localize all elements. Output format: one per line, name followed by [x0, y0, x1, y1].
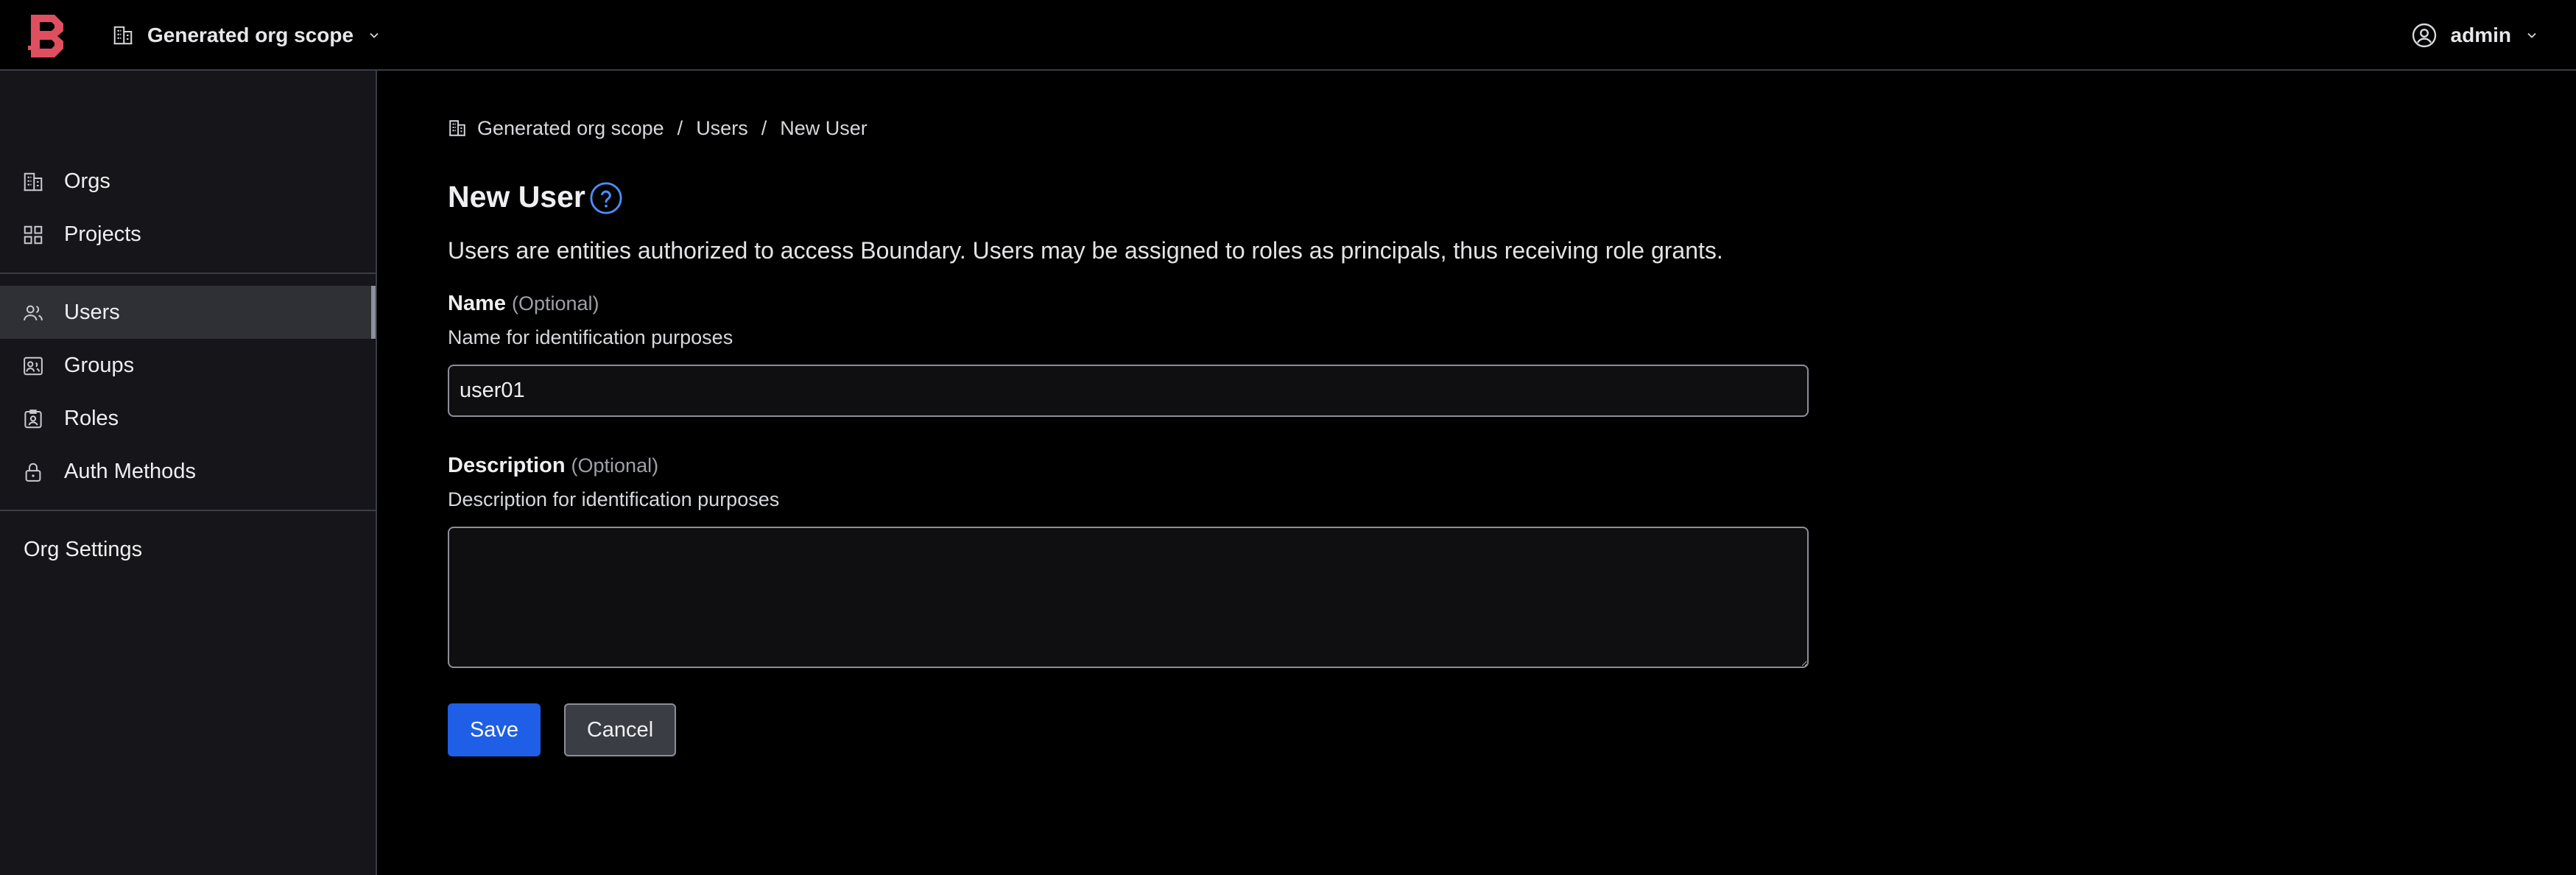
building-icon: [113, 26, 133, 45]
boundary-logo[interactable]: [28, 13, 66, 57]
breadcrumb-current: New User: [780, 116, 868, 139]
top-header: Generated org scope admin: [0, 0, 2576, 71]
description-field-label: Description (Optional): [448, 454, 658, 478]
sidebar-item-auth-methods[interactable]: Auth Methods: [0, 445, 376, 498]
save-button[interactable]: Save: [448, 703, 541, 756]
page-title: New User: [448, 180, 585, 214]
sidebar-item-roles[interactable]: Roles: [0, 392, 376, 445]
breadcrumb-scope-link[interactable]: Generated org scope: [477, 117, 664, 140]
chevron-down-icon: [370, 32, 379, 38]
sidebar-item-projects[interactable]: Projects: [0, 208, 376, 261]
breadcrumb-separator: /: [677, 116, 683, 139]
description-label-text: Description: [448, 454, 566, 477]
groups-icon: [24, 356, 43, 376]
scope-switcher-label: Generated org scope: [147, 24, 354, 46]
lock-icon: [25, 463, 41, 482]
breadcrumb: Generated org scope / Users / New User: [448, 113, 868, 143]
help-icon[interactable]: [589, 181, 623, 215]
name-field-help: Name for identification purposes: [448, 326, 733, 348]
user-menu[interactable]: admin: [2411, 19, 2539, 52]
sidebar-divider: [0, 510, 376, 511]
sidebar-divider: [0, 273, 376, 274]
name-field-label: Name (Optional): [448, 292, 599, 316]
sidebar: Orgs Projects Users Groups Roles Auth Me…: [0, 71, 377, 875]
optional-tag: (Optional): [571, 454, 659, 477]
chevron-down-icon: [2527, 32, 2536, 38]
sidebar-item-label: Org Settings: [24, 537, 143, 561]
page-description: Users are entities authorized to access …: [448, 237, 1723, 264]
building-icon: [24, 172, 43, 191]
name-label-text: Name: [448, 292, 506, 315]
optional-tag: (Optional): [512, 292, 599, 314]
sidebar-item-label: Users: [64, 300, 120, 324]
sidebar-item-label: Orgs: [64, 169, 110, 193]
description-field-help: Description for identification purposes: [448, 488, 780, 510]
sidebar-item-label: Auth Methods: [64, 459, 196, 483]
cancel-button[interactable]: Cancel: [564, 703, 676, 756]
sidebar-item-orgs[interactable]: Orgs: [0, 155, 376, 208]
breadcrumb-separator: /: [761, 116, 767, 139]
id-badge-icon: [24, 410, 42, 429]
sidebar-item-label: Groups: [64, 353, 135, 377]
sidebar-item-label: Roles: [64, 406, 119, 430]
user-circle-icon: [2412, 23, 2436, 48]
sidebar-item-users[interactable]: Users: [0, 286, 376, 339]
name-input[interactable]: [448, 365, 1809, 417]
users-icon: [24, 305, 43, 321]
sidebar-item-org-settings[interactable]: Org Settings: [0, 523, 376, 576]
grid-icon: [24, 225, 43, 245]
user-menu-label: admin: [2450, 24, 2511, 46]
description-textarea[interactable]: [448, 527, 1809, 668]
sidebar-item-groups[interactable]: Groups: [0, 339, 376, 392]
breadcrumb-users-link[interactable]: Users: [696, 117, 748, 140]
scope-switcher[interactable]: Generated org scope: [112, 19, 381, 52]
building-icon: [449, 120, 465, 136]
sidebar-item-label: Projects: [64, 222, 141, 246]
